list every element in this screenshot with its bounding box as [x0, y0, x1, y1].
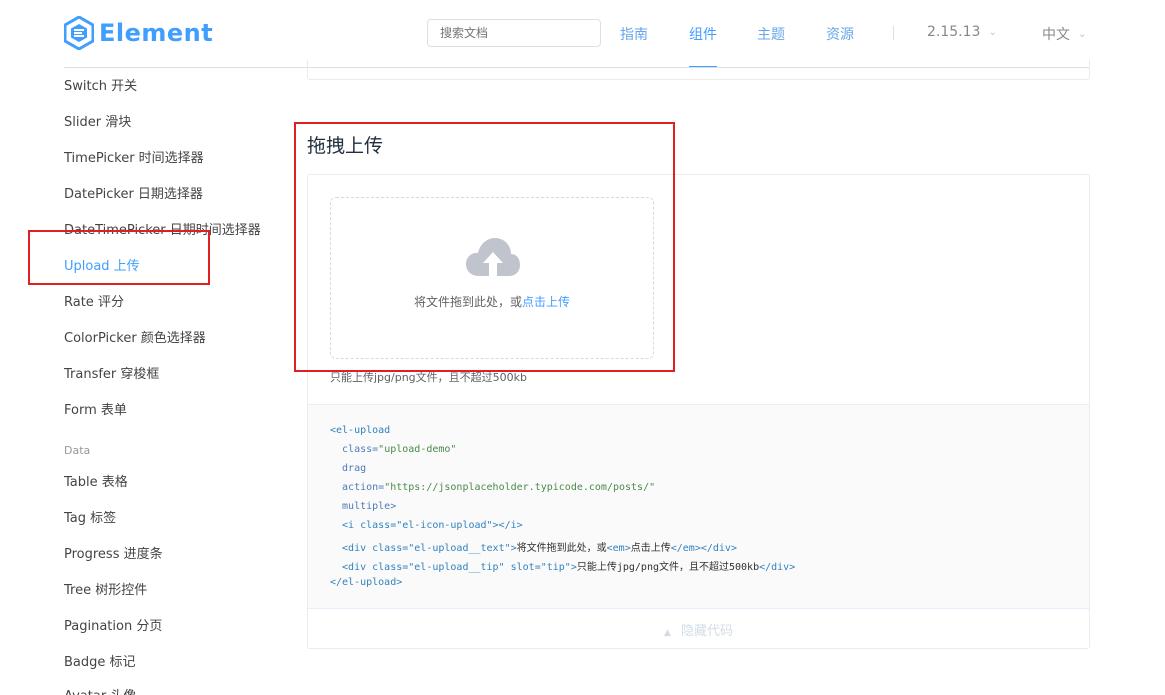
hide-code-label: 隐藏代码	[680, 624, 733, 639]
sidebar-item-progress[interactable]: Progress 进度条	[64, 543, 163, 562]
sidebar-item-datetimepicker[interactable]: DateTimePicker 日期时间选择器	[64, 219, 261, 238]
caret-up-icon: ▲	[664, 628, 671, 638]
code-block: <el-upload class="upload-demo" drag acti…	[308, 404, 1089, 608]
element-hexagon-icon	[64, 16, 94, 50]
code-line: 只能上传jpg/png文件，且不超过500kb	[576, 562, 760, 573]
sidebar-item-slider[interactable]: Slider 滑块	[64, 111, 131, 130]
language-dropdown[interactable]: 中文 ⌄	[1042, 24, 1086, 44]
logo-text: Element	[99, 19, 214, 47]
version-label: 2.15.13	[927, 24, 981, 40]
sidebar-item-transfer[interactable]: Transfer 穿梭框	[64, 363, 159, 382]
sidebar-item-switch[interactable]: Switch 开关	[64, 75, 137, 94]
search-docs-input[interactable]	[427, 19, 601, 47]
code-line: drag	[330, 463, 367, 474]
code-line: </el-upload>	[330, 577, 403, 588]
code-line: class=	[330, 444, 379, 455]
sidebar-item-rate[interactable]: Rate 评分	[64, 291, 124, 310]
click-to-upload-link[interactable]: 点击上传	[522, 295, 570, 309]
nav-divider	[893, 26, 894, 40]
sidebar-item-timepicker[interactable]: TimePicker 时间选择器	[64, 147, 204, 166]
hide-code-control[interactable]: ▲ 隐藏代码	[308, 608, 1089, 648]
code-line: multiple>	[330, 501, 397, 512]
code-line: <el-upload	[330, 425, 391, 436]
chevron-down-icon: ⌄	[1078, 28, 1087, 40]
code-line: <div class="el-upload__tip" slot="tip">	[330, 562, 577, 573]
sidebar-group-data: Data	[64, 444, 91, 457]
upload-instruction: 将文件拖到此处，或点击上传	[331, 293, 653, 310]
sidebar-item-datepicker[interactable]: DatePicker 日期选择器	[64, 183, 203, 202]
sidebar-item-pagination[interactable]: Pagination 分页	[64, 615, 162, 634]
code-line: "upload-demo"	[378, 444, 457, 455]
code-line: <div class="el-upload__text">	[330, 543, 517, 554]
upload-tip: 只能上传jpg/png文件，且不超过500kb	[330, 371, 528, 384]
code-line: 点击上传	[630, 543, 671, 554]
code-line: 将文件拖到此处，或	[516, 543, 607, 554]
code-line: </div>	[759, 562, 796, 573]
sidebar-item-colorpicker[interactable]: ColorPicker 颜色选择器	[64, 327, 206, 346]
code-line: <em>	[606, 543, 631, 554]
upload-text-prefix: 将文件拖到此处，或	[413, 295, 522, 309]
element-logo[interactable]: Element	[64, 16, 213, 50]
sidebar-item-tree[interactable]: Tree 树形控件	[64, 579, 147, 598]
nav-theme[interactable]: 主题	[757, 24, 785, 44]
sidebar-item-avatar[interactable]: Avatar 头像	[64, 685, 136, 695]
code-line: </em></div>	[670, 543, 737, 554]
sidebar-item-table[interactable]: Table 表格	[64, 471, 128, 490]
version-dropdown[interactable]: 2.15.13 ⌄	[927, 24, 997, 40]
sidebar-item-badge[interactable]: Badge 标记	[64, 651, 136, 670]
nav-resource[interactable]: 资源	[826, 24, 854, 44]
code-line: action=	[330, 482, 385, 493]
sidebar-item-upload[interactable]: Upload 上传	[64, 255, 140, 274]
chevron-down-icon: ⌄	[988, 26, 997, 38]
top-header: Element 指南 组件 主题 资源 2.15.13 ⌄ 中文 ⌄	[0, 0, 1165, 68]
previous-demo-block	[307, 60, 1090, 80]
nav-guide[interactable]: 指南	[620, 24, 648, 44]
code-line: <i class="el-icon-upload"></i>	[330, 520, 523, 531]
component-sidebar: Switch 开关 Slider 滑块 TimePicker 时间选择器 Dat…	[64, 68, 284, 695]
nav-component[interactable]: 组件	[689, 24, 717, 44]
language-label: 中文	[1042, 27, 1070, 43]
sidebar-item-tag[interactable]: Tag 标签	[64, 507, 116, 526]
cloud-upload-icon	[466, 238, 520, 276]
hide-code-row: ▲ 隐藏代码	[308, 620, 1089, 639]
upload-dropzone[interactable]: 将文件拖到此处，或点击上传	[330, 197, 654, 359]
sidebar-item-form[interactable]: Form 表单	[64, 399, 127, 418]
code-line: "https://jsonplaceholder.typicode.com/po…	[384, 482, 656, 493]
section-title: 拖拽上传	[307, 135, 384, 157]
